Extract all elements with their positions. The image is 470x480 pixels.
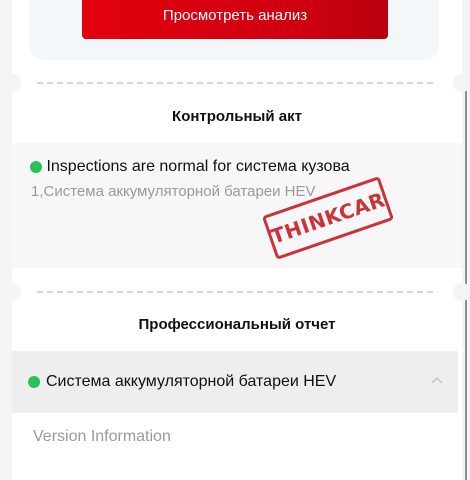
inspection-status-text: Inspections are normal for система кузов… — [46, 158, 350, 175]
dashed-divider-2 — [37, 291, 433, 293]
view-analysis-button[interactable]: Просмотреть анализ — [82, 0, 388, 39]
chevron-up-icon[interactable] — [430, 375, 444, 385]
ticket-notch-right-2 — [453, 283, 470, 301]
accordion-label: Система аккумуляторной батареи HEV — [46, 373, 337, 390]
battery-system-accordion[interactable]: Система аккумуляторной батареи HEV — [12, 351, 458, 413]
professional-report-title: Профессиональный отчет — [138, 316, 336, 333]
version-information-label: Version Information — [33, 428, 171, 445]
control-act-title: Контрольный акт — [172, 108, 302, 125]
dashed-divider — [37, 82, 433, 84]
inspection-status-row: Inspections are normal for система кузов… — [30, 158, 350, 176]
ticket-notch-right — [453, 74, 470, 92]
inspection-item: 1,Система аккумуляторной батареи HEV — [31, 183, 316, 200]
status-dot-icon — [28, 376, 40, 388]
status-dot-icon — [30, 160, 42, 173]
ticket-notch-left — [3, 74, 21, 92]
ticket-notch-left-2 — [3, 283, 21, 301]
